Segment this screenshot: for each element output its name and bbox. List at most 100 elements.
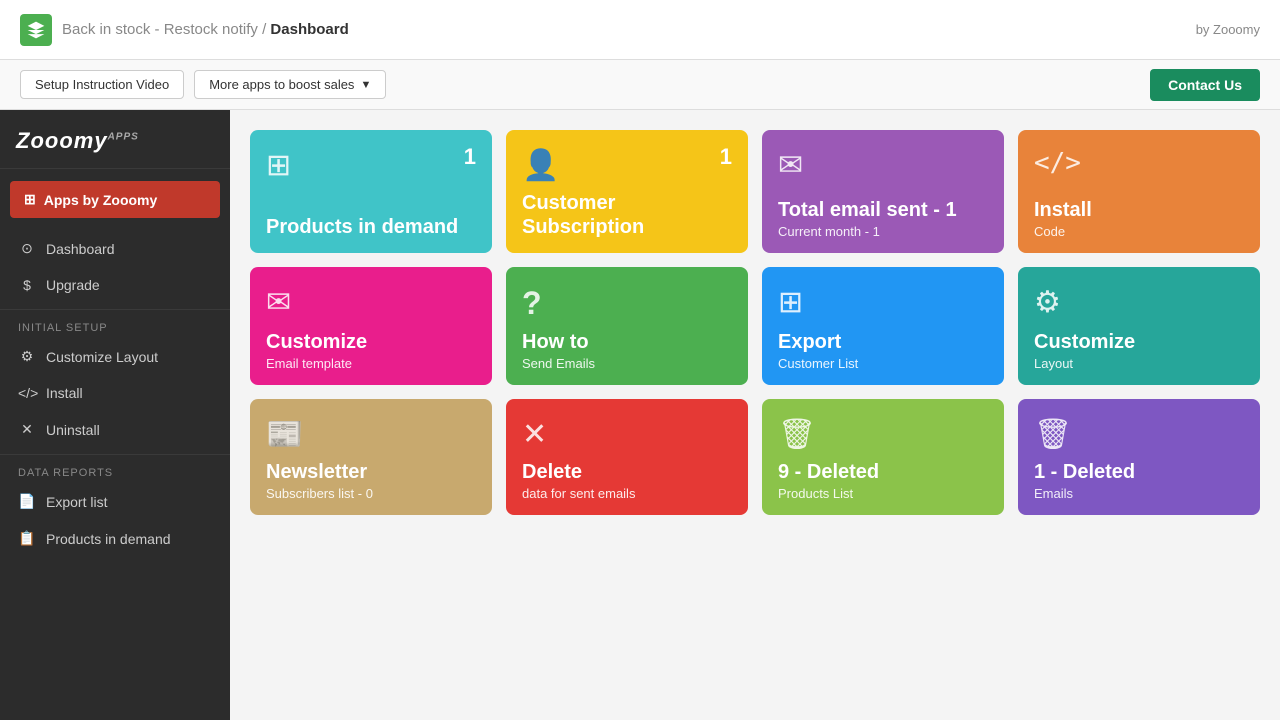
card-title: Install — [1034, 198, 1092, 222]
card-subtitle: Customer List — [778, 356, 858, 371]
apps-btn-label: Apps by Zooomy — [44, 192, 158, 208]
code-icon: </> — [18, 385, 36, 401]
card-how-to-send-emails[interactable]: ? How to Send Emails — [506, 267, 748, 385]
setup-video-button[interactable]: Setup Instruction Video — [20, 70, 184, 99]
sidebar-item-label: Export list — [46, 494, 107, 510]
card-content: Newsletter Subscribers list - 0 — [266, 460, 373, 501]
sidebar-item-label: Customize Layout — [46, 349, 158, 365]
sidebar-logo: ZooomyAPPS — [0, 110, 230, 169]
card-subtitle: Current month - 1 — [778, 224, 957, 239]
card-delete-sent-emails[interactable]: ✕ Delete data for sent emails — [506, 399, 748, 515]
question-icon: ? — [522, 285, 542, 322]
gear-icon: ⚙ — [18, 348, 36, 365]
card-newsletter-subscribers[interactable]: 📰 Newsletter Subscribers list - 0 — [250, 399, 492, 515]
apps-by-zooomy-button[interactable]: ⊞ Apps by Zooomy — [10, 181, 220, 218]
export-icon: 📄 — [18, 493, 36, 510]
envelope-icon: ✉ — [778, 148, 803, 183]
contact-us-button[interactable]: Contact Us — [1150, 69, 1260, 101]
sidebar-item-customize-layout[interactable]: ⚙ Customize Layout — [0, 338, 230, 375]
card-products-in-demand[interactable]: ⊞ 1 Products in demand — [250, 130, 492, 253]
breadcrumb-page: Dashboard — [270, 21, 348, 38]
dashboard-icon: ⊙ — [18, 240, 36, 257]
sidebar: ZooomyAPPS ⊞ Apps by Zooomy ⊙ Dashboard … — [0, 110, 230, 720]
card-subtitle: Send Emails — [522, 356, 595, 371]
sidebar-section-initial-setup: INITIAL SETUP — [0, 309, 230, 338]
email-icon: ✉ — [266, 285, 291, 320]
card-content: Export Customer List — [778, 330, 858, 371]
card-export-customer-list[interactable]: ⊞ Export Customer List — [762, 267, 1004, 385]
card-title: Customize — [266, 330, 367, 354]
card-subtitle: Layout — [1034, 356, 1135, 371]
sidebar-logo-text: ZooomyAPPS — [16, 128, 214, 154]
card-title: Total email sent - 1 — [778, 198, 957, 222]
trash-bin-icon: 🗑 — [1034, 417, 1072, 452]
card-title: 9 - Deleted — [778, 460, 879, 484]
card-customize-email[interactable]: ✉ Customize Email template — [250, 267, 492, 385]
apps-grid-icon: ⊞ — [24, 191, 36, 208]
card-title: 1 - Deleted — [1034, 460, 1135, 484]
sidebar-item-install[interactable]: </> Install — [0, 375, 230, 411]
by-label: by Zooomy — [1196, 22, 1260, 37]
toolbar-left: Setup Instruction Video More apps to boo… — [20, 70, 386, 99]
dollar-icon: $ — [18, 277, 36, 293]
card-title: Export — [778, 330, 858, 354]
card-total-email-sent[interactable]: ✉ Total email sent - 1 Current month - 1 — [762, 130, 1004, 253]
user-icon: 👤 — [522, 148, 559, 183]
sidebar-item-upgrade[interactable]: $ Upgrade — [0, 267, 230, 303]
sidebar-item-label: Products in demand — [46, 531, 171, 547]
sidebar-item-label: Upgrade — [46, 277, 100, 293]
card-content: 9 - Deleted Products List — [778, 460, 879, 501]
card-content: Delete data for sent emails — [522, 460, 635, 501]
delete-icon: ✕ — [522, 417, 547, 452]
card-customize-layout[interactable]: ⚙ Customize Layout — [1018, 267, 1260, 385]
sidebar-item-export-list[interactable]: 📄 Export list — [0, 483, 230, 520]
grid-icon: ⊞ — [266, 148, 291, 183]
sidebar-item-products-in-demand[interactable]: 📋 Products in demand — [0, 520, 230, 557]
breadcrumb-sep: / — [258, 21, 271, 38]
card-deleted-emails[interactable]: 🗑 1 - Deleted Emails — [1018, 399, 1260, 515]
sidebar-item-label: Uninstall — [46, 422, 100, 438]
layout: ZooomyAPPS ⊞ Apps by Zooomy ⊙ Dashboard … — [0, 110, 1280, 720]
card-content: Customize Layout — [1034, 330, 1135, 371]
close-icon: ✕ — [18, 421, 36, 438]
card-content: Customer Subscription — [522, 191, 732, 239]
card-content: Products in demand — [266, 215, 458, 239]
card-title: Newsletter — [266, 460, 373, 484]
card-content: 1 - Deleted Emails — [1034, 460, 1135, 501]
sidebar-section-data-reports: DATA REPORTS — [0, 454, 230, 483]
breadcrumb: Back in stock - Restock notify / Dashboa… — [62, 21, 349, 38]
sidebar-item-label: Dashboard — [46, 241, 115, 257]
chevron-down-icon: ▼ — [360, 79, 371, 91]
card-title: Customize — [1034, 330, 1135, 354]
card-content: How to Send Emails — [522, 330, 595, 371]
card-content: Total email sent - 1 Current month - 1 — [778, 198, 957, 239]
card-title: Products in demand — [266, 215, 458, 239]
card-customer-subscription[interactable]: 👤 1 Customer Subscription — [506, 130, 748, 253]
card-subtitle: Products List — [778, 486, 879, 501]
list-icon: 📋 — [18, 530, 36, 547]
trash-icon: 🗑 — [778, 417, 816, 452]
table-icon: ⊞ — [778, 285, 803, 320]
more-apps-button[interactable]: More apps to boost sales ▼ — [194, 70, 386, 99]
toolbar: Setup Instruction Video More apps to boo… — [0, 60, 1280, 110]
card-title: Delete — [522, 460, 635, 484]
sidebar-item-dashboard[interactable]: ⊙ Dashboard — [0, 230, 230, 267]
settings-icon: ⚙ — [1034, 285, 1061, 320]
main-content: ⊞ 1 Products in demand 👤 1 Customer Subs… — [230, 110, 1280, 720]
brand-logo-icon — [20, 14, 52, 46]
dashboard-cards-grid: ⊞ 1 Products in demand 👤 1 Customer Subs… — [250, 130, 1260, 515]
breadcrumb-brand: Back in stock - Restock notify — [62, 21, 258, 38]
card-title: How to — [522, 330, 595, 354]
card-number: 1 — [464, 144, 476, 170]
card-install-code[interactable]: </> Install Code — [1018, 130, 1260, 253]
card-subtitle: data for sent emails — [522, 486, 635, 501]
card-number: 1 — [720, 144, 732, 170]
newsletter-icon: 📰 — [266, 417, 303, 452]
card-deleted-products-list[interactable]: 🗑 9 - Deleted Products List — [762, 399, 1004, 515]
card-subtitle: Email template — [266, 356, 367, 371]
card-content: Install Code — [1034, 198, 1092, 239]
card-subtitle: Emails — [1034, 486, 1135, 501]
sidebar-item-label: Install — [46, 385, 83, 401]
sidebar-item-uninstall[interactable]: ✕ Uninstall — [0, 411, 230, 448]
more-apps-label: More apps to boost sales — [209, 77, 354, 92]
